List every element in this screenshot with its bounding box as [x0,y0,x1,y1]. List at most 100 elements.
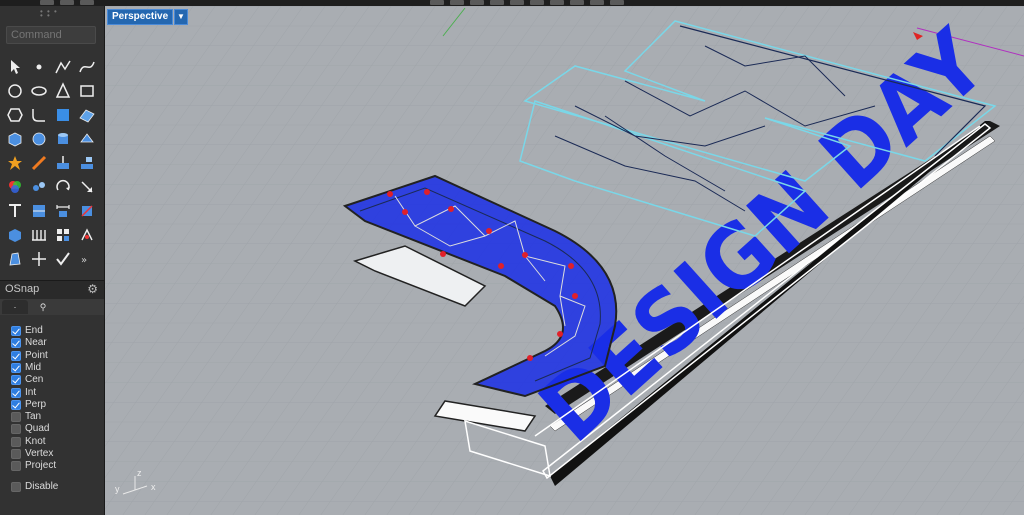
toolbar-icon[interactable] [530,0,544,5]
osnap-knot[interactable]: Knot [11,436,46,448]
boolean-icon[interactable] [30,154,48,172]
svg-text:»: » [81,255,87,266]
osnap-vertex[interactable]: Vertex [11,448,53,460]
trim-icon[interactable] [54,154,72,172]
toolbar-icon[interactable] [550,0,564,5]
rotate-icon[interactable] [54,178,72,196]
osnap-project[interactable]: Project [11,460,56,472]
ellipse-icon[interactable] [30,82,48,100]
toolbar-icon[interactable] [570,0,584,5]
sphere-icon[interactable] [30,130,48,148]
checkbox[interactable] [11,449,21,459]
toolbar-icon[interactable] [80,0,94,5]
polygon-icon[interactable] [54,82,72,100]
offset-icon[interactable] [54,106,72,124]
osnap-label: End [25,325,43,336]
point-icon[interactable] [30,58,48,76]
explode-icon[interactable] [6,154,24,172]
checkbox[interactable] [11,338,21,349]
scale-icon[interactable] [78,178,96,196]
toolbar-icon[interactable] [60,0,74,5]
text-icon[interactable] [6,202,24,220]
gear-icon[interactable]: ⚙ [87,282,98,296]
toolbar-icon[interactable] [610,0,624,5]
extrude-icon[interactable] [6,250,24,268]
osnap-label: Project [25,460,57,472]
osnap-mid[interactable]: Mid [11,362,41,374]
solid-tools-icon[interactable] [78,130,96,148]
toolbar-icon[interactable] [590,0,604,5]
circle-icon[interactable] [6,82,24,100]
grid-array-icon[interactable] [54,226,72,244]
scene-canvas[interactable]: DESIGN DAY [105,6,1024,515]
viewport-tab-perspective[interactable]: Perspective [107,9,174,25]
osnap-tan[interactable]: Tan [11,411,41,423]
perspective-viewport[interactable]: DESIGN DAY Perspective ▼ z y x [105,6,1024,515]
command-input[interactable] [6,26,96,44]
osnap-label: Tan [25,411,42,423]
osnap-label: Mid [25,361,42,373]
axis-x-label: x [151,482,156,492]
osnap-label: Cen [25,374,44,386]
move-icon[interactable] [30,250,48,268]
toolbar-icon[interactable] [490,0,504,5]
split-icon[interactable] [78,154,96,172]
osnap-tab-dot[interactable]: · [2,300,28,314]
box-icon[interactable] [6,130,24,148]
render-icon[interactable] [6,226,24,244]
osnap-cen[interactable]: Cen [11,374,43,386]
curve-icon[interactable] [78,58,96,76]
layer-icon[interactable] [30,202,48,220]
hatch-icon[interactable] [78,202,96,220]
checkbox[interactable] [11,461,21,472]
fillet-icon[interactable] [30,106,48,124]
left-sidebar: • • • • • Command » OSnap ⚙ · ⚲ End Near… [0,6,105,515]
checkbox[interactable] [11,387,21,398]
more-tools-icon[interactable]: » [78,250,96,268]
checkbox[interactable] [11,350,21,361]
osnap-label: Point [25,349,48,361]
osnap-disable-label: Disable [25,481,59,492]
checkbox[interactable] [11,436,21,447]
checkbox[interactable] [11,362,21,373]
toolbar-icon[interactable] [430,0,444,5]
osnap-point[interactable]: Point [11,350,48,362]
checkbox[interactable] [11,326,21,336]
polygon-hex-icon[interactable] [6,106,24,124]
analyze-icon[interactable] [78,226,96,244]
panel-grip-icon[interactable]: • • • • • [40,8,64,20]
checkbox[interactable] [11,482,21,492]
osnap-tabs: · ⚲ [0,299,104,315]
checkbox[interactable] [11,399,21,410]
osnap-label: Knot [25,435,46,447]
toolbar-icon[interactable] [470,0,484,5]
osnap-disable[interactable]: Disable [11,481,58,493]
osnap-perp[interactable]: Perp [11,399,46,411]
osnap-panel-header: OSnap ⚙ [0,280,104,300]
check-icon[interactable] [54,250,72,268]
surface-icon[interactable] [78,106,96,124]
filter-icon[interactable]: ⚲ [30,300,56,314]
checkbox[interactable] [11,412,21,423]
osnap-int[interactable]: Int [11,387,36,399]
toolbar-icon[interactable] [40,0,54,5]
toolbar-icon[interactable] [450,0,464,5]
rgb-icon[interactable] [6,178,24,196]
array-icon[interactable] [30,226,48,244]
osnap-title: OSnap [5,283,40,295]
osnap-label: Vertex [25,448,54,459]
toolbar-icon[interactable] [510,0,524,5]
polyline-icon[interactable] [54,58,72,76]
select-arrow-icon[interactable] [6,58,24,76]
osnap-end[interactable]: End [11,325,43,337]
checkbox[interactable] [11,375,21,386]
checkbox[interactable] [11,424,21,435]
caret-down-icon[interactable]: ▼ [174,9,188,25]
rectangle-icon[interactable] [78,82,96,100]
osnap-near[interactable]: Near [11,337,47,349]
cylinder-icon[interactable] [54,130,72,148]
dimension-icon[interactable] [54,202,72,220]
osnap-label: Int [25,386,37,398]
osnap-quad[interactable]: Quad [11,423,49,435]
group-icon[interactable] [30,178,48,196]
